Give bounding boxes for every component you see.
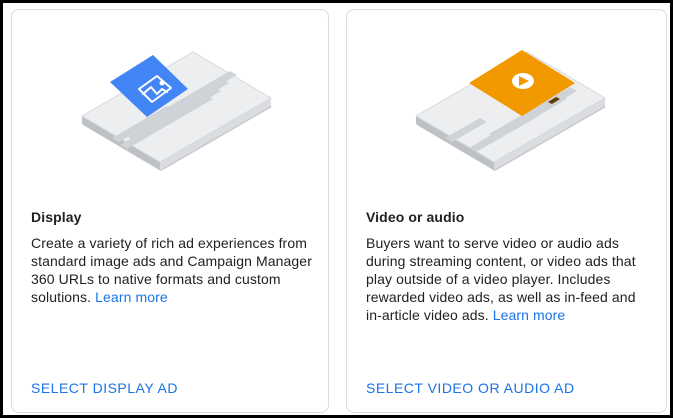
card-title: Video or audio	[366, 209, 465, 225]
card-description-text: Create a variety of rich ad experiences …	[31, 235, 312, 305]
select-display-ad-button[interactable]: SELECT DISPLAY AD	[31, 380, 178, 396]
card-description: Buyers want to serve video or audio ads …	[366, 234, 644, 324]
display-ad-card[interactable]: Display Create a variety of rich ad expe…	[11, 9, 329, 413]
screenshot-frame: Display Create a variety of rich ad expe…	[0, 0, 673, 418]
card-title: Display	[31, 209, 82, 225]
display-phone-illustration	[40, 10, 300, 200]
image-sun-icon	[159, 80, 165, 86]
select-video-or-audio-ad-button[interactable]: SELECT VIDEO OR AUDIO AD	[366, 380, 575, 396]
video-phone-illustration	[377, 10, 637, 200]
learn-more-link[interactable]: Learn more	[493, 307, 566, 323]
video-audio-ad-card[interactable]: Video or audio Buyers want to serve vide…	[346, 9, 667, 413]
learn-more-link[interactable]: Learn more	[95, 289, 168, 305]
card-description: Create a variety of rich ad experiences …	[31, 234, 316, 306]
play-icon	[511, 73, 534, 89]
